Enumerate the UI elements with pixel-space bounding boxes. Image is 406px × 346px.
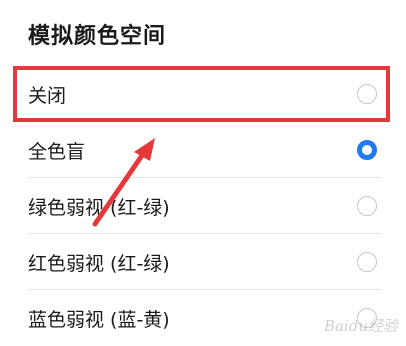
pointer-arrow-icon — [92, 138, 155, 227]
watermark: Baidu经验 — [323, 317, 398, 335]
